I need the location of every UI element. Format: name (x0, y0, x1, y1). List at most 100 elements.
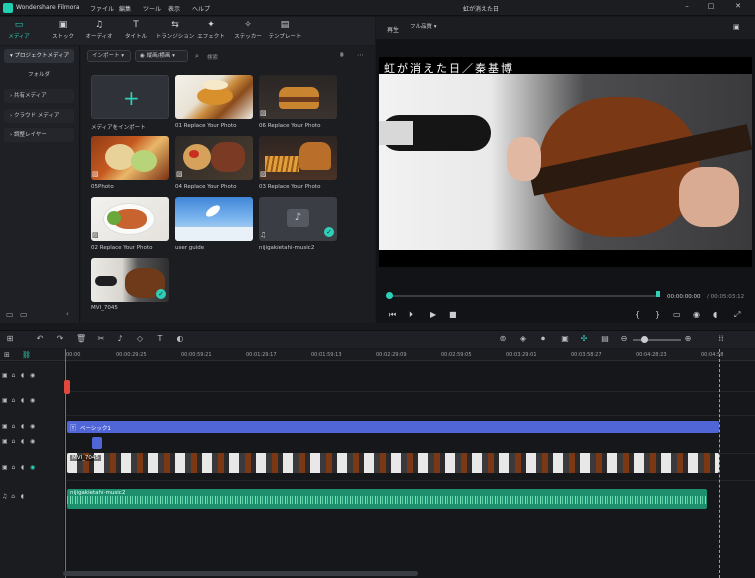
media-thumbnail-video[interactable]: ✓ (91, 258, 169, 302)
media-thumbnail[interactable] (175, 197, 253, 241)
zoom-out-icon[interactable]: ⊖ (619, 334, 629, 344)
out-marker[interactable] (656, 291, 660, 297)
volume-icon[interactable]: ◖ (713, 310, 717, 319)
ai-icon[interactable]: ▣ (560, 334, 570, 344)
split-screen-icon[interactable]: ▤ (600, 334, 610, 344)
audio-mute-icon[interactable]: ◖ (21, 438, 24, 445)
stop-icon[interactable]: ■ (449, 310, 457, 319)
delete-icon[interactable]: 🗑 (76, 334, 86, 344)
menu-tools[interactable]: ツール (143, 4, 161, 13)
redo-icon[interactable]: ↷ (55, 334, 65, 344)
tag-icon[interactable]: ◇ (135, 334, 145, 344)
tab-template[interactable]: ▤ テンプレート (264, 17, 306, 45)
timeline-scrollbar[interactable] (63, 571, 418, 576)
tab-audio[interactable]: ♫ オーディオ (80, 17, 118, 45)
sidebar-item-folder[interactable]: フォルダ (4, 68, 74, 82)
media-thumbnail[interactable] (91, 136, 169, 180)
tab-stock[interactable]: ▣ ストック (44, 17, 82, 45)
snapshot-icon[interactable]: ▣ (733, 23, 740, 31)
menu-help[interactable]: ヘルプ (192, 4, 210, 13)
import-dropdown[interactable]: インポート ▾ (87, 50, 131, 62)
preview-progress-track[interactable] (389, 295, 659, 297)
title-clip-small[interactable] (92, 437, 102, 449)
new-folder-icon[interactable]: ▭ (6, 310, 14, 319)
lock-icon[interactable]: ⌂ (12, 372, 16, 379)
prev-frame-icon[interactable]: ⏮ (389, 310, 396, 320)
grid-icon[interactable]: ⁞⁞ (716, 334, 726, 344)
mark-in-icon[interactable]: { (635, 310, 640, 319)
link-icon[interactable]: ⛓ (22, 351, 31, 359)
eye-icon[interactable]: ◉ (30, 423, 35, 430)
media-thumbnail[interactable] (91, 197, 169, 241)
add-track-icon[interactable]: ⊞ (4, 351, 10, 359)
play-icon[interactable]: ▶ (430, 310, 436, 319)
audio-tool-icon[interactable]: ♪ (115, 334, 125, 344)
tab-media[interactable]: ▭ メディア (0, 17, 38, 45)
eye-icon[interactable]: ◉ (30, 464, 35, 471)
more-icon[interactable]: ⋯ (357, 51, 364, 59)
quality-dropdown[interactable]: フル品質 ▾ (406, 22, 462, 34)
audio-mute-icon[interactable]: ◖ (21, 372, 24, 379)
tab-transition[interactable]: ⇆ トランジション (155, 17, 195, 45)
mic-icon[interactable]: ⏺ (538, 334, 548, 344)
camera-icon[interactable]: ◉ (693, 310, 700, 319)
zoom-in-icon[interactable]: ⊕ (683, 334, 693, 344)
lock-icon[interactable]: ⌂ (11, 493, 15, 500)
add-folder-icon[interactable]: ▭ (20, 310, 28, 319)
eye-icon[interactable]: ◉ (30, 397, 35, 404)
search-icon: ⌕ (195, 52, 199, 60)
monitor-icon[interactable]: ▭ (673, 310, 681, 319)
layout-icon[interactable]: ⊞ (5, 334, 15, 344)
media-thumbnail[interactable] (175, 75, 253, 119)
snap-icon[interactable]: ✣ (579, 334, 589, 344)
play-back-icon[interactable]: ⏵ (409, 310, 413, 320)
sidebar-item-cloud-media[interactable]: › クラウド メディア (4, 109, 74, 123)
lock-icon[interactable]: ⌂ (12, 423, 16, 430)
undo-icon[interactable]: ↶ (35, 334, 45, 344)
media-thumbnail-audio[interactable]: ♪ ✓ (259, 197, 337, 241)
media-thumbnail[interactable] (175, 136, 253, 180)
zoom-slider-handle[interactable] (641, 336, 648, 343)
eye-icon[interactable]: ◉ (30, 438, 35, 445)
sidebar-item-adjustment-layer[interactable]: › 調整レイヤー (4, 128, 74, 142)
eye-icon[interactable]: ◉ (30, 372, 35, 379)
audio-mute-icon[interactable]: ◖ (21, 464, 24, 471)
marker-icon[interactable]: ◈ (518, 334, 528, 344)
collapse-panel-icon[interactable]: ‹ (66, 310, 69, 318)
lock-icon[interactable]: ⌂ (12, 397, 16, 404)
media-thumbnail[interactable] (259, 136, 337, 180)
cut-icon[interactable]: ✂ (96, 334, 106, 344)
audio-clip[interactable]: nijigakietahi-music2 (67, 489, 707, 509)
filter-icon[interactable]: ⩩ (340, 51, 344, 60)
sidebar-item-shared-media[interactable]: › 共有メディア (4, 89, 74, 103)
audio-mute-icon[interactable]: ◖ (21, 397, 24, 404)
lock-icon[interactable]: ⌂ (12, 438, 16, 445)
menu-edit[interactable]: 編集 (119, 4, 131, 13)
tab-sticker[interactable]: ✧ ステッカー (227, 17, 269, 45)
minimize-icon[interactable]: – (682, 2, 692, 13)
sort-dropdown[interactable]: ◉ 縦画/横画 ▾ (135, 50, 188, 62)
media-thumbnail[interactable] (259, 75, 337, 119)
search-input[interactable]: 検索 (207, 53, 218, 61)
fullscreen-icon[interactable]: ⤢ (734, 310, 740, 320)
sidebar-item-project-media[interactable]: ▾ プロジェクトメディア (4, 49, 74, 63)
close-icon[interactable]: ✕ (733, 2, 743, 13)
audio-mute-icon[interactable]: ◖ (21, 423, 24, 430)
maximize-icon[interactable]: □ (706, 2, 716, 13)
tab-effect[interactable]: ✦ エフェクト (192, 17, 230, 45)
tab-title[interactable]: T タイトル (117, 17, 155, 45)
video-clip[interactable]: MVI_7045 (67, 453, 719, 473)
import-media-tile[interactable]: + (91, 75, 169, 119)
menu-file[interactable]: ファイル (90, 4, 114, 13)
preview-playhead[interactable] (386, 292, 393, 299)
audio-mute-icon[interactable]: ◖ (21, 493, 24, 500)
render-icon[interactable]: ⊚ (498, 334, 508, 344)
mark-out-icon[interactable]: } (655, 310, 660, 319)
lock-icon[interactable]: ⌂ (12, 464, 16, 471)
title-clip-icon: 🅃 (70, 425, 77, 432)
title-clip[interactable]: 🅃 ベーシック1 (67, 421, 719, 433)
playhead-marker[interactable] (64, 380, 70, 394)
color-icon[interactable]: ◐ (175, 334, 185, 344)
menu-view[interactable]: 表示 (168, 4, 180, 13)
text-tool-icon[interactable]: T (155, 334, 165, 344)
